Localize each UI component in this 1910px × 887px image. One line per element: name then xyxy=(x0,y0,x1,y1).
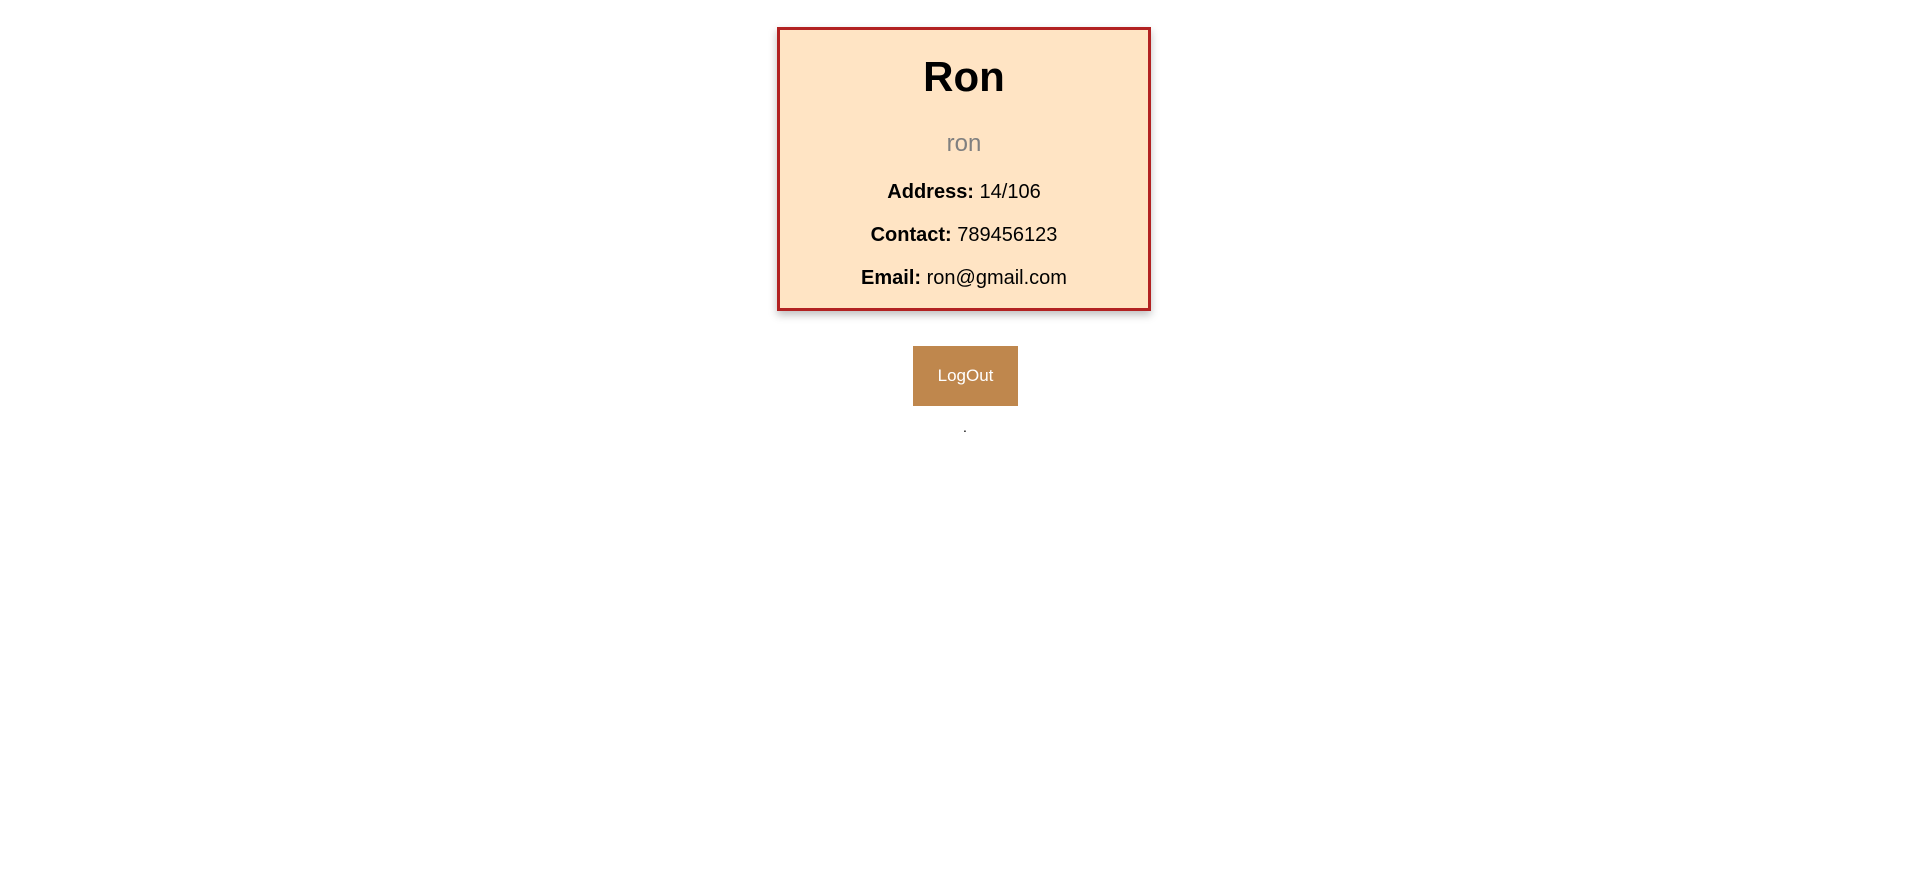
email-value: ron@gmail.com xyxy=(926,267,1067,289)
contact-value: 789456123 xyxy=(957,224,1058,246)
page: Ron ron Address: 14/106 Contact: 7894561… xyxy=(0,0,1910,887)
address-row: Address: 14/106 xyxy=(780,182,1148,202)
contact-row: Contact: 789456123 xyxy=(780,225,1148,245)
profile-card: Ron ron Address: 14/106 Contact: 7894561… xyxy=(777,27,1151,311)
email-label: Email: xyxy=(861,267,922,289)
profile-name: Ron xyxy=(923,53,1005,100)
email-row: Email: ron@gmail.com xyxy=(780,268,1148,288)
address-value: 14/106 xyxy=(979,181,1041,203)
footer-text: . xyxy=(963,419,967,435)
profile-username: ron xyxy=(946,130,982,157)
contact-label: Contact: xyxy=(870,224,952,246)
address-label: Address: xyxy=(887,181,974,203)
logout-button[interactable]: LogOut xyxy=(913,346,1018,406)
